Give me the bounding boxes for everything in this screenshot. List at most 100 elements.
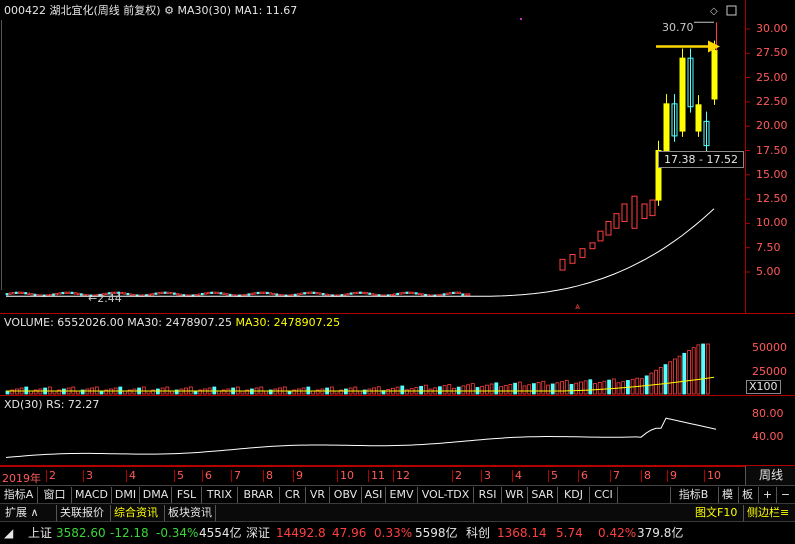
candle <box>641 203 648 220</box>
info-tab-bar: 扩展 ∧ 关联报价 综合资讯 板块资讯 图文F10 侧边栏≡ <box>0 503 795 522</box>
indicator-tab-指标a[interactable]: 指标A <box>0 487 38 503</box>
sidebar-button[interactable]: 侧边栏≡ <box>743 505 792 521</box>
kc-change: 5.74 <box>556 526 583 540</box>
sz-change: 47.96 <box>332 526 367 540</box>
indicator-tab-cr[interactable]: CR <box>280 487 306 503</box>
candle <box>306 291 310 295</box>
candle <box>362 291 365 295</box>
candle <box>169 292 173 295</box>
kc-amount: 379.8亿 <box>637 526 684 540</box>
candle <box>55 292 58 296</box>
volume-bar <box>386 389 391 395</box>
tab-sector-news[interactable]: 板块资讯 <box>164 505 216 521</box>
indicator-tab-trix[interactable]: TRIX <box>202 487 238 503</box>
volume-bar <box>466 384 471 395</box>
indicator-right-3[interactable]: + <box>758 487 776 503</box>
indicator-tab-asi[interactable]: ASI <box>362 487 386 503</box>
indicator-tab-dmi[interactable]: DMI <box>112 487 140 503</box>
volume-bar <box>428 388 433 395</box>
indicator-right-4[interactable]: − <box>776 487 794 503</box>
candle <box>402 291 406 295</box>
diamond-icon[interactable]: ◇ <box>710 6 718 17</box>
volume-bar <box>400 385 405 395</box>
candle <box>411 291 415 295</box>
tab-general-news[interactable]: 综合资讯 <box>110 505 161 521</box>
candle <box>172 292 176 295</box>
indicator-tab-wr[interactable]: WR <box>502 487 528 503</box>
candle <box>621 203 628 222</box>
price-axis-label: 30.00 <box>756 22 788 35</box>
indicator-tab-rsi[interactable]: RSI <box>474 487 502 503</box>
window-toggle-icon[interactable] <box>726 5 737 16</box>
xd-chart[interactable] <box>0 396 795 466</box>
volume-bar <box>682 352 687 395</box>
candle <box>83 293 86 297</box>
volume-bar <box>597 381 602 395</box>
candle <box>49 294 52 297</box>
indicator-right-1[interactable]: 模 <box>718 487 736 503</box>
indicator-tab-brar[interactable]: BRAR <box>238 487 280 503</box>
indicator-tab-sar[interactable]: SAR <box>528 487 558 503</box>
indicator-tab-vr[interactable]: VR <box>306 487 330 503</box>
candle <box>154 292 158 295</box>
indicator-tab-窗口[interactable]: 窗口 <box>38 487 72 503</box>
volume-bar <box>522 385 527 395</box>
price-pane[interactable]: 000422 湖北宜化(周线 前复权) ⚙ MA30(30) MA1: 11.6… <box>0 0 795 314</box>
candle <box>30 293 34 296</box>
candle <box>296 293 300 296</box>
sz-name[interactable]: 深证 <box>246 525 270 541</box>
indicator-tab-kdj[interactable]: KDJ <box>558 487 590 503</box>
candle <box>358 291 362 294</box>
volume-bar <box>503 385 508 395</box>
candle <box>455 291 458 294</box>
volume-bar <box>654 369 658 395</box>
volume-bar <box>677 355 682 395</box>
tab-related-quotes[interactable]: 关联报价 <box>56 505 107 521</box>
volume-pane[interactable]: VOLUME: 6552026.00 MA30: 2478907.25 MA30… <box>0 314 795 396</box>
kc-name[interactable]: 科创 <box>466 525 490 541</box>
indicator-right-2[interactable]: 板 <box>738 487 756 503</box>
f10-button[interactable]: 图文F10 <box>692 505 740 521</box>
candle <box>559 258 566 271</box>
candle <box>272 292 276 296</box>
volume-bar <box>649 372 654 395</box>
price-axis-label: 27.50 <box>756 46 788 60</box>
candle <box>73 292 77 295</box>
candle <box>123 292 127 295</box>
candle <box>58 292 62 295</box>
candle <box>61 291 65 295</box>
volume-bar <box>494 382 499 395</box>
expand-button[interactable]: 扩展 ∧ <box>2 505 42 521</box>
indicator-tab-emv[interactable]: EMV <box>386 487 418 503</box>
indicator-tab-dma[interactable]: DMA <box>140 487 172 503</box>
date-axis-month: 12 <box>393 470 410 482</box>
date-axis-month: 7 <box>231 470 241 482</box>
date-axis-month: 5 <box>548 470 558 482</box>
period-selector[interactable]: 周线 <box>745 466 795 485</box>
candle <box>275 293 279 296</box>
sh-name[interactable]: 上证 <box>28 525 52 541</box>
date-axis-month: 5 <box>174 470 184 482</box>
candle <box>33 293 37 296</box>
indicator-tab-macd[interactable]: MACD <box>72 487 112 503</box>
kc-price: 1368.14 <box>497 526 547 540</box>
candle <box>148 293 152 296</box>
candle <box>312 291 316 294</box>
candle <box>8 292 12 295</box>
xd-pane[interactable]: XD(30) RS: 72.27 80.00 40.00 <box>0 396 795 466</box>
indicator-tab-vol-tdx[interactable]: VOL-TDX <box>418 487 474 503</box>
volume-chart[interactable] <box>0 314 795 396</box>
volume-bar <box>705 343 710 395</box>
candle <box>269 292 272 295</box>
indicator-tab-fsl[interactable]: FSL <box>172 487 202 503</box>
indicator-tab-obv[interactable]: OBV <box>330 487 362 503</box>
date-axis-year: 2019年 <box>2 472 41 485</box>
indicator-right-0[interactable]: 指标B <box>670 487 716 503</box>
sidebar-label: 侧边栏 <box>747 506 780 519</box>
indicator-tab-cci[interactable]: CCI <box>590 487 618 503</box>
indicator-tab-bar: 指标A 窗口 MACD DMI DMA FSL TRIX BRAR CR VR OBV ASI EMV V… <box>0 485 795 504</box>
volume-bar <box>517 381 522 395</box>
candle <box>679 57 686 132</box>
candle <box>396 292 400 296</box>
rs-line <box>5 417 717 458</box>
